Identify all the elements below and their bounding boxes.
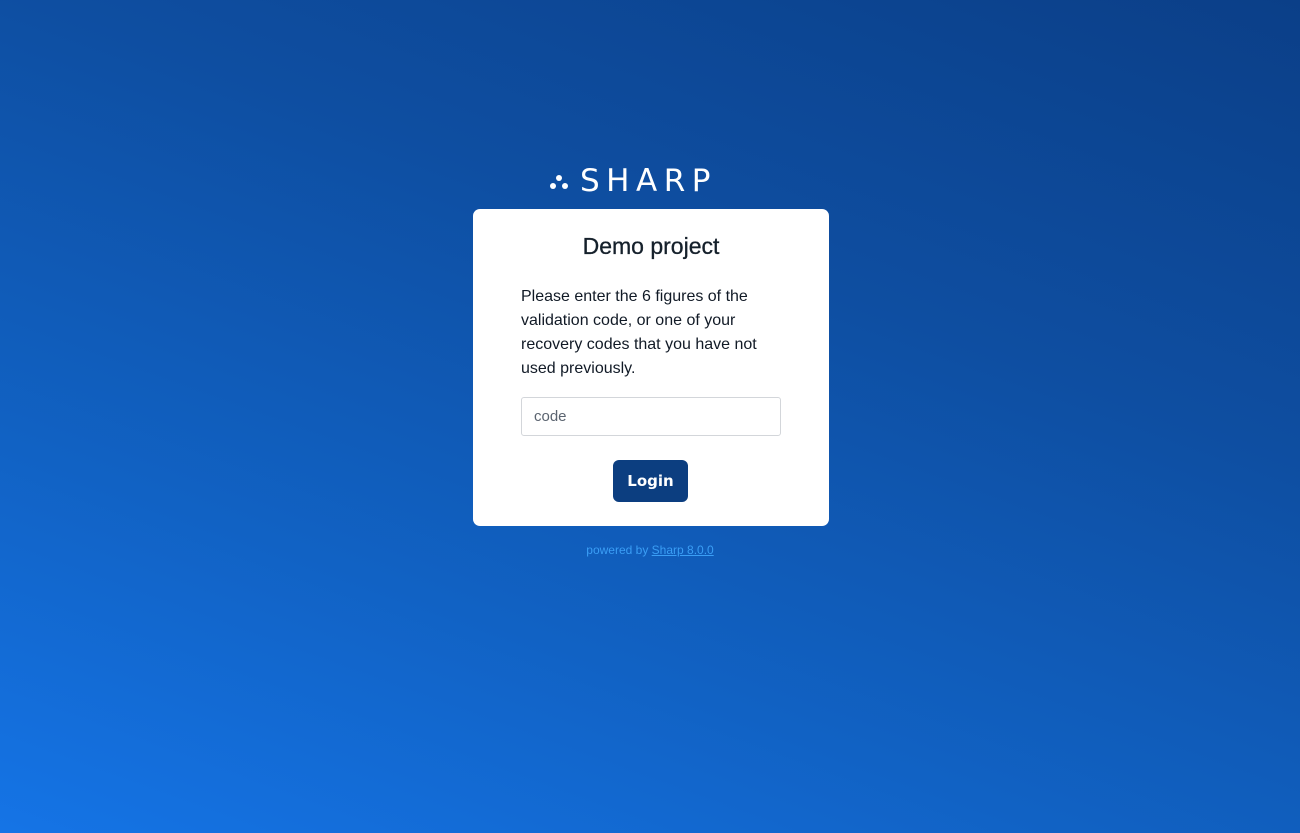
powered-by-footer: powered by Sharp 8.0.0	[0, 543, 1300, 557]
code-input[interactable]	[521, 397, 781, 436]
sharp-logo: SHARP	[550, 164, 717, 198]
validation-message: Please enter the 6 figures of the valida…	[521, 288, 757, 377]
login-card: Demo project Please enter the 6 figures …	[473, 209, 829, 526]
three-dots-logo-icon	[550, 171, 572, 191]
login-button[interactable]: Login	[613, 460, 688, 502]
sharp-version-link[interactable]: Sharp 8.0.0	[652, 543, 714, 557]
powered-by-text: powered by	[586, 543, 649, 557]
logo-text: SHARP	[580, 163, 717, 199]
login-page: SHARP Demo project Please enter the 6 fi…	[0, 0, 1300, 833]
project-title: Demo project	[582, 233, 720, 259]
